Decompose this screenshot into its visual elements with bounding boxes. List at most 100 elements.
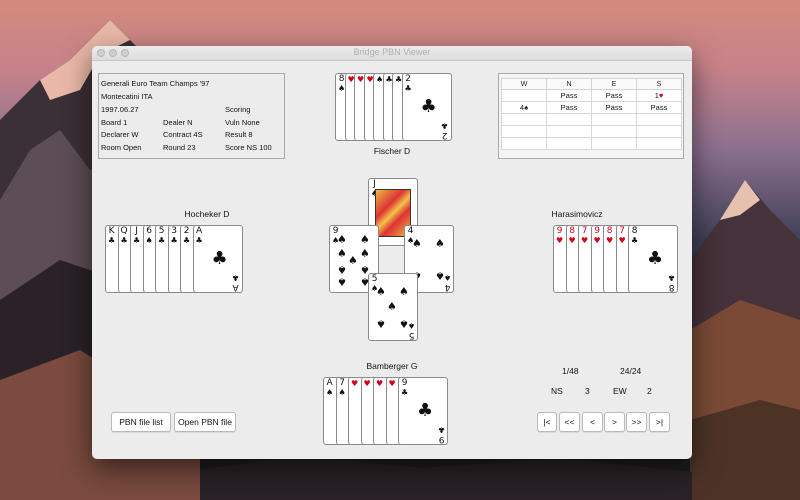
card-pip: ♣	[647, 248, 664, 269]
ns-tricks: 3	[585, 386, 590, 396]
card-suit: ♥	[606, 236, 614, 245]
card-rank: 8	[338, 74, 345, 84]
forward-fast-button[interactable]: >>	[626, 412, 647, 432]
card-suit: ♠	[443, 273, 451, 282]
card-index: ♥	[376, 379, 383, 388]
event-label: Generali Euro Team Champs '97	[101, 79, 210, 88]
bid-cell: Pass	[636, 101, 682, 114]
card-index-bottom: 4 ♠	[443, 273, 451, 292]
card-rank: 8	[606, 226, 613, 236]
card-index: ♥	[364, 379, 371, 388]
player-east-name: Harasimovicz	[551, 209, 603, 219]
card-index: Q ♣	[121, 227, 128, 246]
card-rank: 8	[631, 226, 638, 236]
card-rank: 9	[401, 378, 408, 388]
card-pip: ♠	[376, 317, 386, 330]
contract-label: Contract 4S	[163, 130, 203, 139]
card-index: J ♣	[133, 227, 140, 246]
card-suit: ♠	[338, 388, 346, 397]
playing-card[interactable]: A ♣ ♣ A ♣	[192, 225, 243, 293]
card-pip: ♠	[376, 285, 386, 298]
bid-cell: 1♥	[636, 89, 682, 102]
card-rank: J	[373, 179, 376, 189]
card-rank: 8	[668, 282, 675, 292]
bidding-row	[501, 125, 682, 138]
card-rank: A	[196, 226, 203, 236]
card-index: 2 ♣	[183, 227, 190, 246]
window-title: Bridge PBN Viewer	[353, 47, 431, 57]
card-suit: ♣	[170, 236, 178, 245]
card-index: 8 ♥	[569, 226, 576, 246]
bid-cell: Pass	[591, 89, 637, 102]
card-pip: ♠	[360, 233, 370, 246]
open-pbn-file-button[interactable]: Open PBN file	[174, 412, 236, 432]
site-label: Montecatini ITA	[101, 92, 153, 101]
card-index-bottom: 2♣	[441, 121, 448, 140]
card-rank: 5	[408, 330, 415, 340]
card-rank: A	[326, 378, 333, 388]
playing-card[interactable]: 8 ♣ ♣ 8 ♣	[628, 225, 678, 293]
card-suit: ♣	[232, 273, 240, 282]
next-button[interactable]: >	[604, 412, 625, 432]
bidding-table: W N E S Pass Pass 1♥ 4♠ Pass Pass Pass	[498, 73, 684, 159]
card-index: ♥	[389, 379, 396, 388]
last-trick-button[interactable]: >|	[649, 412, 670, 432]
card-suit: ♥	[581, 236, 589, 245]
player-north-name: Fischer D	[373, 146, 411, 156]
playing-card[interactable]: 9 ♣ ♣ 9 ♣	[398, 377, 448, 445]
trick-position: 24/24	[620, 366, 642, 376]
card-rank: 4	[407, 226, 414, 236]
card-index: 5 ♣	[158, 227, 165, 246]
card-index: 7 ♠	[338, 379, 346, 398]
card-suit: ♥	[376, 379, 384, 388]
board-label: Board 1	[101, 118, 128, 127]
card-index: K ♣	[108, 226, 115, 246]
card-rank: 3	[171, 226, 177, 236]
ew-tricks: 2	[647, 386, 652, 396]
card-rank: 8	[569, 226, 575, 236]
card-suit: ♠	[326, 388, 334, 397]
card-rank: K	[108, 226, 115, 236]
card-index: 8 ♣	[631, 226, 638, 246]
card-suit: ♥	[556, 236, 564, 245]
card-suit: ♥	[618, 236, 626, 245]
pbn-file-list-button[interactable]: PBN file list	[111, 412, 171, 432]
card-pip: ♠	[337, 275, 347, 288]
card-index-bottom: 5 ♠	[408, 321, 415, 340]
card-suit: ♥	[593, 236, 601, 245]
vuln-label: Vuln None	[225, 118, 260, 127]
card-pip: ♣	[420, 96, 437, 117]
bidding-row: 4♠ Pass Pass Pass	[501, 101, 682, 114]
card-rank: 7	[581, 226, 588, 236]
card-index: 9 ♣	[401, 378, 409, 398]
card-suit: ♣	[401, 388, 409, 397]
player-west-name: Hocheker D	[184, 209, 230, 219]
card-index: 3 ♣	[170, 226, 178, 246]
bidding-header-row: W N E S	[501, 78, 682, 90]
card-rank: 2	[405, 74, 411, 84]
playing-card[interactable]: 2 ♣ ♣ 2 ♣	[401, 73, 452, 141]
card-index: 7 ♥	[581, 226, 589, 246]
card-pip: ♣	[417, 400, 434, 421]
declarer-label: Declarer W	[101, 130, 139, 139]
card-suit: ♣	[667, 273, 675, 282]
title-bar[interactable]: Bridge PBN Viewer	[92, 46, 692, 61]
card-suit: ♠	[145, 236, 153, 245]
card-pip: ♠	[399, 285, 409, 298]
scoring-label: Scoring	[225, 105, 251, 114]
bidding-header-north: N	[546, 78, 592, 90]
date-label: 1997.06.27	[101, 105, 139, 114]
card-index-bottom: A ♣	[232, 273, 240, 292]
card-pip: ♠	[348, 254, 358, 267]
bid-cell: Pass	[591, 101, 637, 114]
card-pip: ♠	[387, 300, 397, 313]
bidding-header-west: W	[501, 78, 547, 90]
bid-cell: 4♠	[501, 101, 547, 114]
first-trick-button[interactable]: |<	[537, 412, 557, 432]
back-fast-button[interactable]: <<	[559, 412, 580, 432]
card-index-bottom: 9 ♣	[438, 425, 445, 444]
card-suit: ♥	[388, 379, 396, 388]
previous-button[interactable]: <	[582, 412, 603, 432]
card-index: 9 ♥	[556, 227, 564, 246]
dealer-label: Dealer N	[163, 118, 193, 127]
